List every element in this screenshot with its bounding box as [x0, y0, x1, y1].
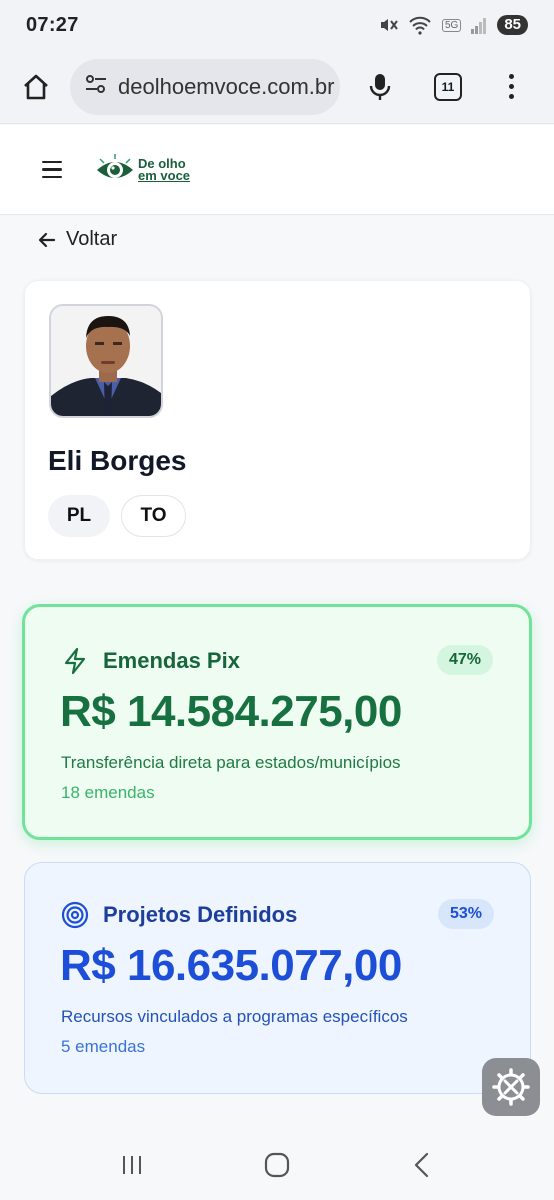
logo-text: De olho em voce	[138, 157, 191, 183]
lightning-icon	[64, 647, 86, 675]
back-link[interactable]: Voltar	[38, 228, 117, 251]
tabs-button[interactable]: 11	[434, 72, 462, 101]
arrow-left-icon	[38, 232, 56, 247]
status-bar: 07:27 5G 85	[0, 0, 554, 50]
eye-logo-icon	[97, 153, 133, 178]
mute-icon	[378, 15, 398, 35]
url-text: deolhoemvoce.com.br	[118, 73, 335, 99]
emendas-pix-description: Transferência direta para estados/municí…	[61, 753, 401, 772]
projetos-definidos-card[interactable]: Projetos Definidos 53% R$ 16.635.077,00 …	[24, 862, 531, 1094]
projetos-percent-badge: 53%	[437, 899, 494, 929]
site-logo[interactable]: De olho em voce	[94, 153, 190, 187]
home-button[interactable]	[14, 65, 58, 109]
state-badge[interactable]: TO	[121, 495, 186, 537]
recent-apps-button[interactable]	[112, 1145, 152, 1185]
browser-toolbar: deolhoemvoce.com.br 11	[0, 50, 554, 124]
back-nav-button[interactable]	[402, 1145, 442, 1185]
politician-name: Eli Borges	[48, 445, 187, 476]
gear-wrench-icon	[492, 1068, 530, 1106]
hamburger-menu-icon[interactable]	[42, 160, 62, 179]
emendas-pix-amount: R$ 14.584.275,00	[60, 687, 402, 736]
battery-indicator: 85	[497, 15, 528, 35]
emendas-pix-count: 18 emendas	[61, 783, 155, 802]
projetos-amount: R$ 16.635.077,00	[60, 941, 402, 990]
floating-tools-button[interactable]	[482, 1058, 540, 1116]
mic-icon	[369, 73, 391, 100]
projetos-title: Projetos Definidos	[103, 902, 298, 927]
logo-text-line2: em voce	[138, 167, 191, 183]
voice-search-button[interactable]	[362, 65, 398, 109]
home-nav-button[interactable]	[257, 1145, 297, 1185]
site-settings-icon[interactable]	[84, 73, 108, 100]
signal-icon	[471, 16, 487, 34]
profile-photo	[49, 304, 163, 418]
back-label: Voltar	[66, 228, 118, 250]
address-bar[interactable]: deolhoemvoce.com.br	[70, 58, 340, 115]
emendas-pix-card[interactable]: Emendas Pix 47% R$ 14.584.275,00 Transfe…	[22, 604, 532, 840]
status-time: 07:27	[26, 13, 79, 36]
system-nav-bar	[0, 1130, 554, 1200]
home-circle-icon	[264, 1152, 290, 1178]
site-header: De olho em voce	[0, 125, 554, 215]
back-chevron-icon	[414, 1152, 428, 1178]
network-badge: 5G	[441, 18, 462, 32]
browser-menu-button[interactable]	[506, 74, 516, 99]
profile-card: Eli Borges PL TO	[24, 280, 531, 560]
party-badge[interactable]: PL	[48, 495, 110, 537]
wifi-icon	[408, 15, 432, 35]
target-icon	[61, 901, 89, 929]
status-icons: 5G 85	[378, 15, 528, 35]
emendas-pix-percent-badge: 47%	[436, 645, 493, 675]
emendas-pix-title: Emendas Pix	[103, 648, 240, 673]
emendas-pix-header: Emendas Pix	[61, 647, 240, 675]
recent-apps-icon	[123, 1156, 142, 1174]
projetos-description: Recursos vinculados a programas específi…	[61, 1007, 408, 1026]
projetos-header: Projetos Definidos	[61, 901, 297, 929]
home-icon	[24, 74, 48, 99]
projetos-count: 5 emendas	[61, 1037, 146, 1056]
